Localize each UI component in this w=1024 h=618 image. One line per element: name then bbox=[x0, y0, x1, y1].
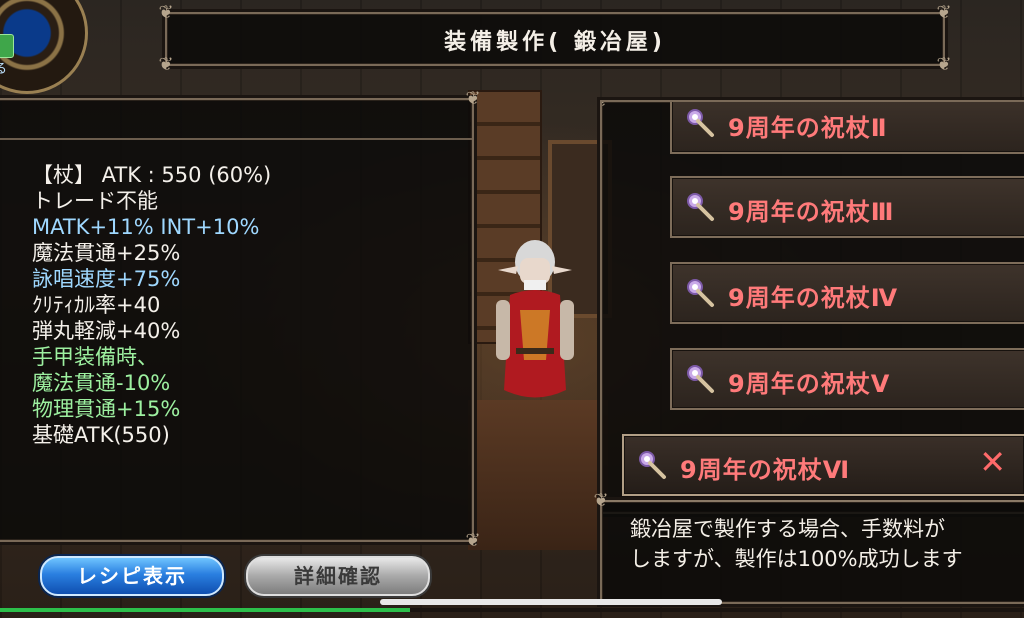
recipe-list-panel[interactable]: ❦ 9周年の祝杖Ⅱ 9周年の祝杖Ⅲ 9周年の祝杖Ⅳ 9周年の祝杖Ⅴ bbox=[600, 100, 1024, 514]
recipe-item-label: 9周年の祝杖Ⅳ bbox=[728, 284, 899, 312]
staff-icon bbox=[639, 451, 666, 479]
page-title: 装備製作( 鍛冶屋) bbox=[444, 30, 666, 55]
stat-line: 基礎ATK(550) bbox=[32, 423, 170, 447]
emblem-green-button[interactable] bbox=[0, 34, 14, 58]
description-line: 鍛冶屋で製作する場合、手数料が bbox=[630, 517, 945, 541]
recipe-item-selected[interactable]: 9周年の祝杖Ⅵ ✕ bbox=[622, 434, 1024, 496]
stats-panel-header bbox=[0, 100, 472, 140]
show-recipe-button[interactable]: レシピ表示 bbox=[40, 556, 224, 596]
recipe-item-label: 9周年の祝杖Ⅲ bbox=[728, 198, 895, 226]
recipe-item[interactable]: 9周年の祝杖Ⅳ bbox=[670, 262, 1024, 324]
ornament-corner-icon: ❦ bbox=[158, 2, 174, 23]
home-indicator[interactable] bbox=[380, 599, 722, 605]
item-stats-list: 【杖】 ATK : 550 (60%) トレード不能 MATK+11% INT+… bbox=[32, 162, 271, 448]
staff-icon bbox=[687, 365, 714, 393]
title-bar: ❦ ❦ ❦ ❦ 装備製作( 鍛冶屋) bbox=[158, 4, 951, 74]
staff-icon bbox=[687, 109, 714, 137]
ornament-corner-icon: ❦ bbox=[593, 490, 609, 511]
stat-line: ｸﾘﾃｨｶﾙ率+40 bbox=[32, 293, 161, 317]
emblem-label: る bbox=[0, 62, 8, 77]
stat-line: 魔法貫通-10% bbox=[32, 371, 171, 395]
recipe-item-label: 9周年の祝杖Ⅴ bbox=[728, 370, 891, 398]
ornament-corner-icon: ❦ bbox=[602, 102, 614, 110]
ornament-corner-icon: ❦ bbox=[465, 530, 481, 551]
stat-line: MATK+11% INT+10% bbox=[32, 215, 260, 239]
item-stats-panel: ❦ ❦ 【杖】 ATK : 550 (60%) トレード不能 MATK+11% … bbox=[0, 90, 481, 550]
counter-desk bbox=[468, 400, 608, 550]
recipe-item[interactable]: 9周年の祝杖Ⅱ bbox=[670, 102, 1024, 154]
staff-icon bbox=[687, 279, 714, 307]
description-panel: ❦ 鍛冶屋で製作する場合、手数料が しますが、製作は100%成功します bbox=[593, 492, 1024, 604]
recipe-item-label: 9周年の祝杖Ⅱ bbox=[728, 114, 888, 142]
stat-line: 物理貫通+15% bbox=[32, 397, 181, 421]
blacksmith-npc[interactable] bbox=[480, 240, 590, 415]
ornament-corner-icon: ❦ bbox=[936, 2, 952, 23]
detail-check-button[interactable]: 詳細確認 bbox=[246, 556, 430, 596]
ornament-corner-icon: ❦ bbox=[465, 88, 481, 109]
close-icon[interactable]: ✕ bbox=[979, 446, 1006, 478]
stat-line: 詠唱速度+75% bbox=[32, 267, 181, 291]
description-line: しますが、製作は100%成功します bbox=[630, 547, 963, 571]
description-text: 鍛冶屋で製作する場合、手数料が しますが、製作は100%成功します bbox=[630, 514, 963, 574]
stat-line: 魔法貫通+25% bbox=[32, 241, 181, 265]
stat-line: 弾丸軽減+40% bbox=[32, 319, 181, 343]
ornament-corner-icon: ❦ bbox=[936, 54, 952, 75]
ornament-corner-icon: ❦ bbox=[158, 54, 174, 75]
hp-bar bbox=[0, 608, 1024, 612]
recipe-item-label: 9周年の祝杖Ⅵ bbox=[680, 456, 851, 484]
stat-line: トレード不能 bbox=[32, 189, 158, 213]
staff-icon bbox=[687, 193, 714, 221]
recipe-item[interactable]: 9周年の祝杖Ⅴ bbox=[670, 348, 1024, 410]
hp-bar-fill bbox=[0, 608, 410, 612]
stat-line: 【杖】 ATK : 550 (60%) bbox=[32, 163, 272, 187]
recipe-item[interactable]: 9周年の祝杖Ⅲ bbox=[670, 176, 1024, 238]
stat-line: 手甲装備時、 bbox=[32, 345, 158, 369]
